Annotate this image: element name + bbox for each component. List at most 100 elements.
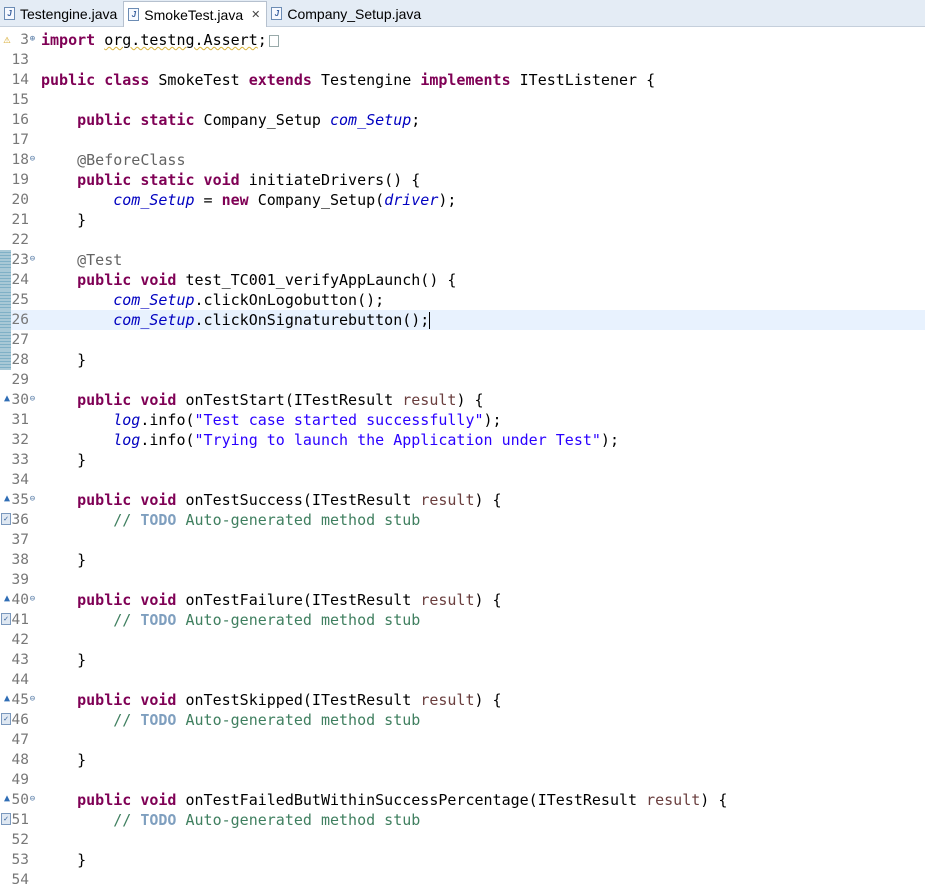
code-line[interactable]: 38 }: [0, 550, 925, 570]
code-line[interactable]: 42: [0, 630, 925, 650]
collapse-fold-icon[interactable]: ⊖: [28, 495, 37, 504]
collapse-fold-icon[interactable]: ⊖: [28, 795, 37, 804]
code-line[interactable]: 14 public class SmokeTest extends Testeng…: [0, 70, 925, 90]
code-editor[interactable]: ⚠ 3 ⊕ import org.testng.Assert; 13 14 public c…: [0, 28, 925, 894]
collapse-fold-icon[interactable]: ⊖: [28, 395, 37, 404]
code-line[interactable]: 39: [0, 570, 925, 590]
code-line[interactable]: 21 }: [0, 210, 925, 230]
code-line[interactable]: ⚠ 3 ⊕ import org.testng.Assert;: [0, 30, 925, 50]
code-line[interactable]: ▲ 35 ⊖ public void onTestSuccess(ITestResu…: [0, 490, 925, 510]
code-line[interactable]: 15: [0, 90, 925, 110]
line-number: 25: [11, 292, 29, 308]
code-text: }: [41, 550, 86, 570]
line-number: 15: [11, 92, 29, 108]
close-tab-icon[interactable]: ✕: [251, 8, 260, 21]
collapse-fold-icon[interactable]: ⊖: [28, 255, 37, 264]
line-number: 48: [11, 752, 29, 768]
code-line[interactable]: 26 com_Setup.clickOnSignaturebutton();: [0, 310, 925, 330]
collapse-fold-icon[interactable]: ⊖: [28, 595, 37, 604]
code-line[interactable]: 47: [0, 730, 925, 750]
code-line[interactable]: ▲ 40 ⊖ public void onTestFailure(ITestResu…: [0, 590, 925, 610]
code-text: // TODO Auto-generated method stub: [41, 610, 420, 630]
tab-company-setup-java[interactable]: J Company_Setup.java: [267, 1, 427, 26]
code-line[interactable]: ✓ 51 // TODO Auto-generated method stub: [0, 810, 925, 830]
code-line[interactable]: ▲ 30 ⊖ public void onTestStart(ITestResult…: [0, 390, 925, 410]
code-line[interactable]: 18 ⊖ @BeforeClass: [0, 150, 925, 170]
code-line[interactable]: 54: [0, 870, 925, 890]
token-cmt: //: [113, 711, 141, 729]
code-line[interactable]: 34: [0, 470, 925, 490]
token-plain: );: [483, 411, 502, 429]
code-line[interactable]: 20 com_Setup = new Company_Setup(driver)…: [0, 190, 925, 210]
code-line[interactable]: 48 }: [0, 750, 925, 770]
editor-tab-bar: J Testengine.java J SmokeTest.java ✕ J Company…: [0, 0, 925, 27]
line-number: 39: [11, 572, 29, 588]
collapse-fold-icon[interactable]: ⊖: [28, 695, 37, 704]
line-number: 45: [11, 692, 29, 708]
token-plain: onTestSuccess(ITestResult: [176, 491, 421, 509]
code-line[interactable]: ✓ 41 // TODO Auto-generated method stub: [0, 610, 925, 630]
line-number: 21: [11, 212, 29, 228]
token-plain: }: [41, 551, 87, 569]
code-line[interactable]: ▲ 45 ⊖ public void onTestSkipped(ITestResu…: [0, 690, 925, 710]
expand-fold-icon[interactable]: ⊕: [28, 35, 37, 44]
tab-label: Company_Setup.java: [287, 5, 422, 22]
token-cmt: //: [113, 511, 141, 529]
code-text: // TODO Auto-generated method stub: [41, 710, 420, 730]
code-line[interactable]: ✓ 36 // TODO Auto-generated method stub: [0, 510, 925, 530]
token-plain: .clickOnLogobutton();: [194, 291, 385, 309]
line-number: 16: [11, 112, 29, 128]
code-text: }: [41, 850, 86, 870]
code-line[interactable]: 19 public static void initiateDrivers() …: [0, 170, 925, 190]
code-line[interactable]: ▲ 50 ⊖ public void onTestFailedButWithinSu…: [0, 790, 925, 810]
code-line[interactable]: 29: [0, 370, 925, 390]
code-line[interactable]: 33 }: [0, 450, 925, 470]
code-line[interactable]: 28 }: [0, 350, 925, 370]
code-line[interactable]: 22: [0, 230, 925, 250]
collapse-fold-icon[interactable]: ⊖: [28, 155, 37, 164]
line-number: 30: [11, 392, 29, 408]
token-plain: .info(: [140, 431, 195, 449]
code-line[interactable]: 31 log.info("Test case started successfu…: [0, 410, 925, 430]
tab-testengine-java[interactable]: J Testengine.java: [0, 1, 123, 26]
token-kw: import: [41, 31, 96, 49]
code-line[interactable]: 53 }: [0, 850, 925, 870]
token-plain: );: [438, 191, 457, 209]
token-plain: .clickOnSignaturebutton();: [194, 311, 430, 329]
code-line[interactable]: 52: [0, 830, 925, 850]
tab-smoketest-java[interactable]: J SmokeTest.java ✕: [123, 1, 268, 27]
token-cmt: Auto-generated method stub: [176, 711, 421, 729]
code-line[interactable]: 37: [0, 530, 925, 550]
token-sfld: log: [113, 411, 141, 429]
token-sfld: log: [113, 431, 141, 449]
token-kw: extends: [248, 71, 312, 89]
token-kw: public void: [77, 691, 177, 709]
code-line[interactable]: 44: [0, 670, 925, 690]
code-line[interactable]: 16 public static Company_Setup com_Setup…: [0, 110, 925, 130]
collapsed-imports-icon[interactable]: [268, 34, 279, 47]
code-line[interactable]: ✓ 46 // TODO Auto-generated method stub: [0, 710, 925, 730]
code-line[interactable]: 43 }: [0, 650, 925, 670]
token-todo: TODO: [140, 511, 177, 529]
line-number: 14: [11, 72, 29, 88]
code-line[interactable]: 17: [0, 130, 925, 150]
code-line[interactable]: 25 com_Setup.clickOnLogobutton();: [0, 290, 925, 310]
token-plain: initiateDrivers() {: [239, 171, 421, 189]
token-plain: SmokeTest: [149, 71, 249, 89]
token-plain: .info(: [140, 411, 195, 429]
code-line[interactable]: 32 log.info("Trying to launch the Applic…: [0, 430, 925, 450]
code-line[interactable]: 13: [0, 50, 925, 70]
code-line[interactable]: 23 ⊖ @Test: [0, 250, 925, 270]
code-line[interactable]: 49: [0, 770, 925, 790]
code-line[interactable]: 27: [0, 330, 925, 350]
token-param: result: [420, 491, 475, 509]
token-plain: }: [41, 351, 87, 369]
code-line[interactable]: 24 public void test_TC001_verifyAppLaunc…: [0, 270, 925, 290]
token-param: result: [420, 591, 475, 609]
token-plain: onTestStart(ITestResult: [176, 391, 403, 409]
